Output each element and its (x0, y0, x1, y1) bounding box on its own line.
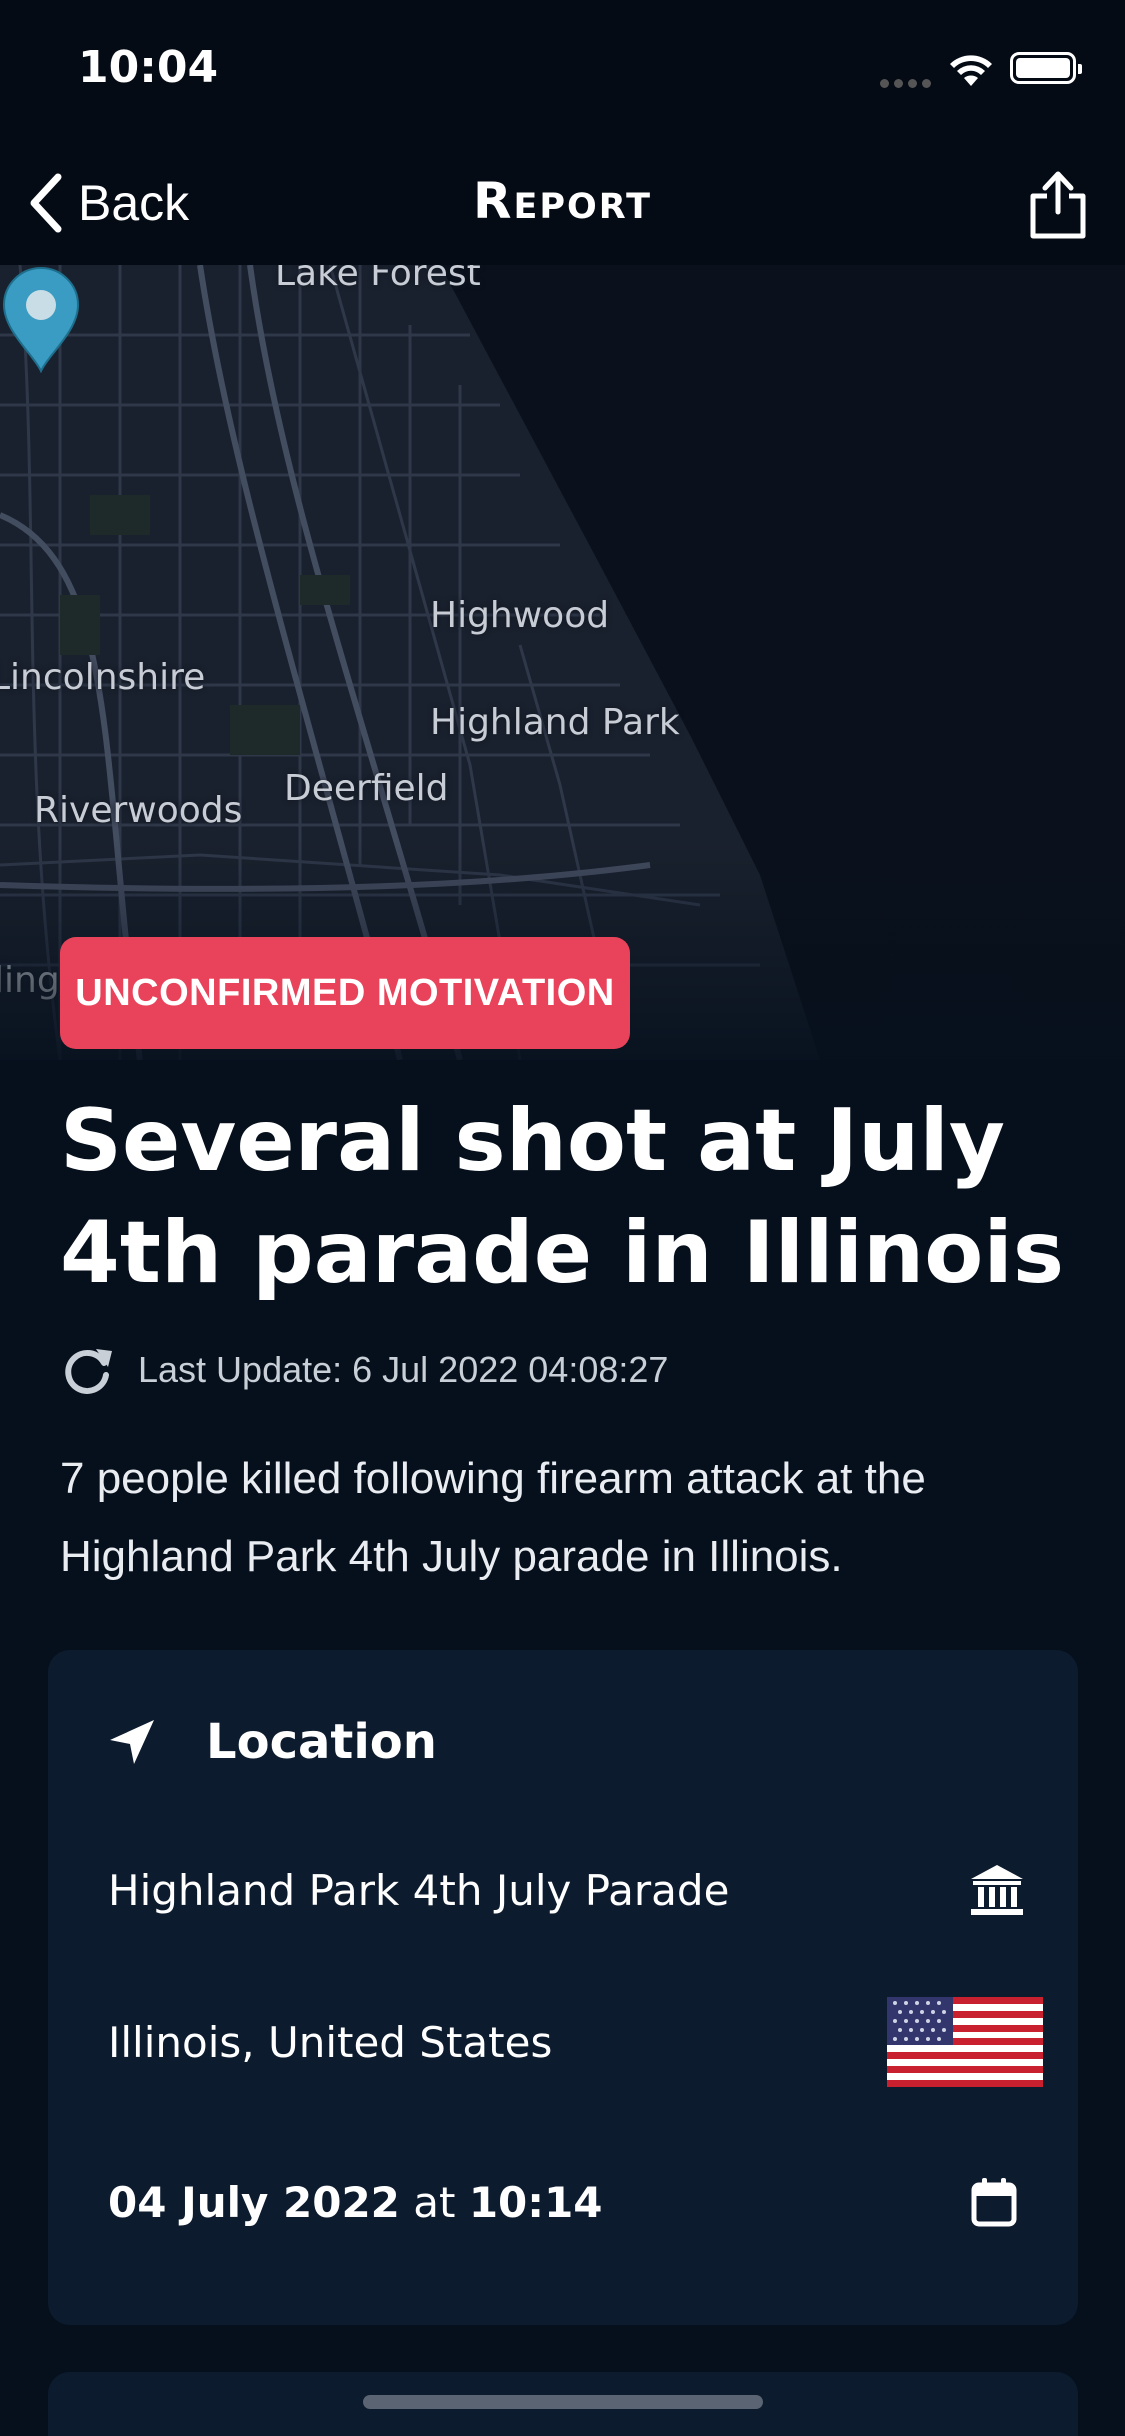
share-icon[interactable] (1025, 168, 1091, 240)
location-region: Illinois, United States (108, 2017, 553, 2067)
home-indicator[interactable] (363, 2395, 763, 2409)
location-place: Highland Park 4th July Parade (108, 1865, 730, 1915)
page-title: Report (472, 172, 653, 230)
map-label-riverwoods: Riverwoods (34, 790, 243, 831)
map-label-lake-forest: Lake Forest (275, 265, 481, 294)
location-card: Location Highland Park 4th July Parade I… (48, 1650, 1078, 2325)
map-label-deerfield: Deerfield (284, 768, 449, 809)
last-update-text: Last Update: 6 Jul 2022 04:08:27 (138, 1349, 669, 1390)
map-pin-icon[interactable] (0, 265, 82, 373)
status-time: 10:04 (78, 42, 219, 93)
location-at: at (413, 2177, 456, 2227)
location-card-header: Location (108, 1712, 437, 1772)
map-label-lincolnshire: Lincolnshire (0, 657, 206, 698)
wifi-icon (950, 55, 992, 86)
location-time: 10:14 (468, 2177, 603, 2227)
motivation-badge: UNCONFIRMED MOTIVATION (60, 937, 630, 1049)
report-summary: 7 people killed following firearm attack… (60, 1454, 926, 1581)
location-datetime: 04 July 2022 at 10:14 (108, 2178, 603, 2227)
refresh-icon (65, 1349, 112, 1394)
location-datetime-row: 04 July 2022 at 10:14 (108, 2167, 1043, 2237)
location-date: 04 July 2022 (108, 2177, 400, 2227)
status-bar: 10:04 (0, 0, 1125, 140)
map-label-highwood: Highwood (430, 595, 610, 636)
landmark-icon (971, 1865, 1023, 1915)
report-headline: Several shot at July 4th parade in Illin… (60, 1091, 1065, 1303)
location-place-row: Highland Park 4th July Parade (108, 1855, 1043, 1925)
signal-icon (880, 75, 936, 88)
map-label-highland-park: Highland Park (430, 702, 680, 743)
us-flag-icon (887, 1997, 1043, 2087)
calendar-icon (971, 2178, 1017, 2227)
location-region-row: Illinois, United States (108, 1997, 1043, 2087)
last-update-row: Last Update: 6 Jul 2022 04:08:27 (60, 1340, 668, 1400)
battery-icon (1010, 52, 1082, 84)
location-card-title: Location (206, 1714, 437, 1770)
navigation-bar: Back Report (0, 140, 1125, 265)
location-arrow-icon (110, 1720, 154, 1764)
